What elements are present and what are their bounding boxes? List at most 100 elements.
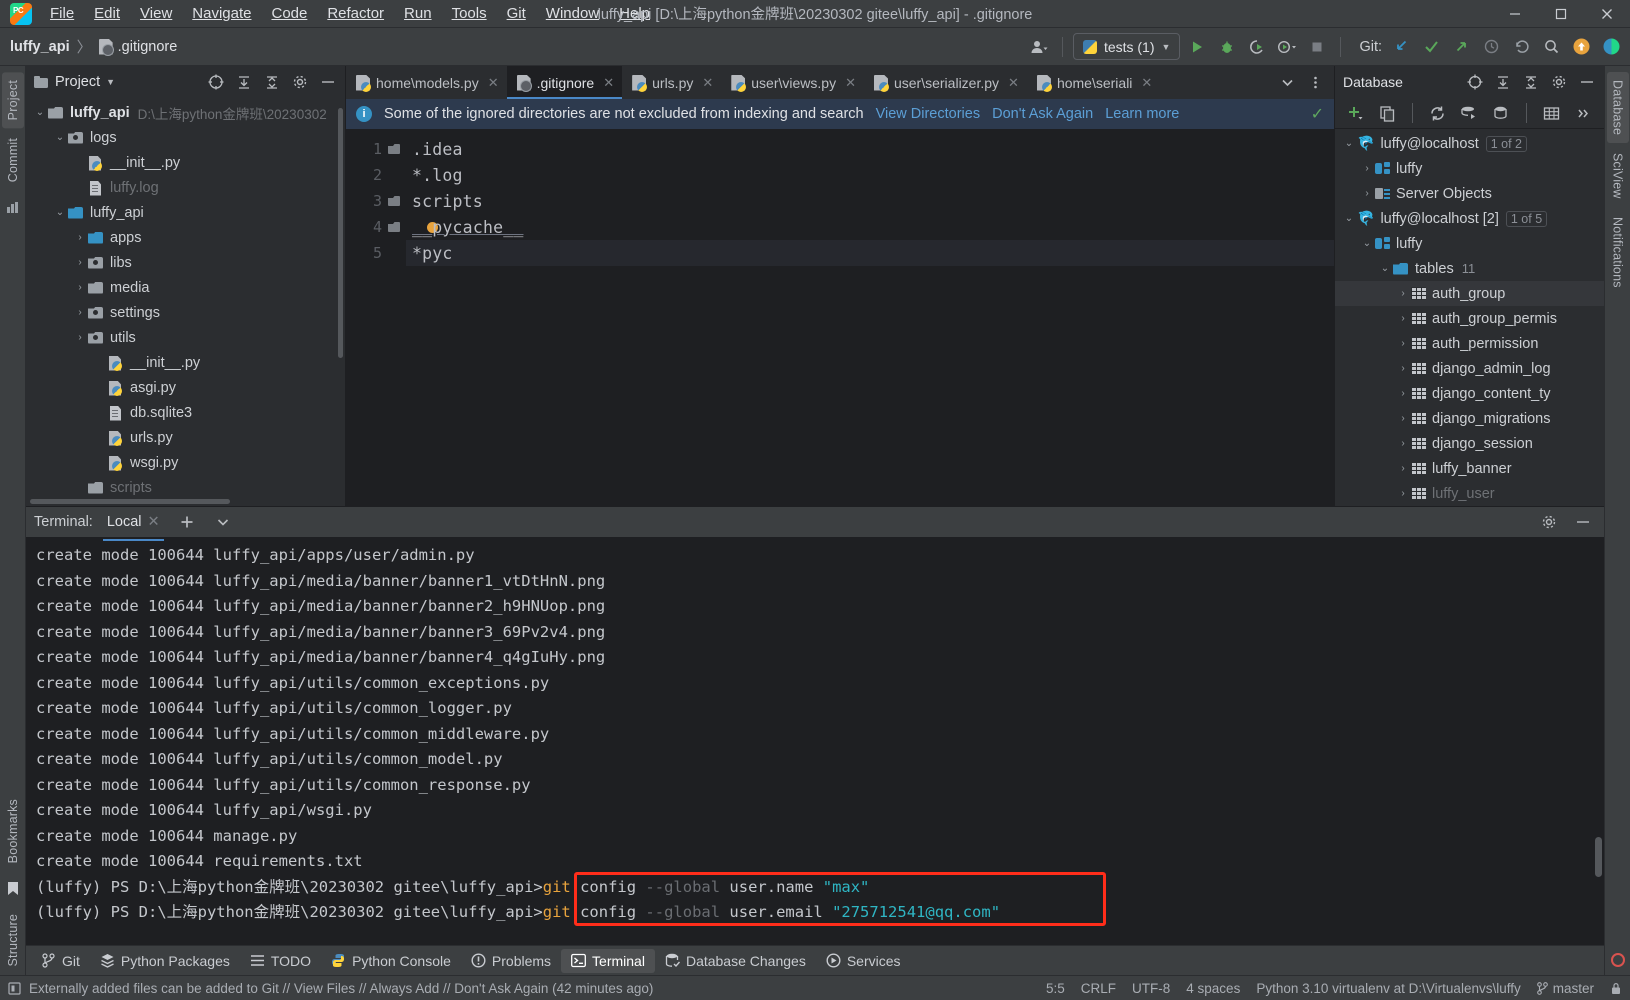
database-tree-item[interactable]: › Server Objects — [1335, 181, 1604, 206]
project-tree-item[interactable]: › settings — [26, 300, 345, 325]
fold-folder-icon[interactable] — [388, 196, 400, 206]
tree-expander-icon[interactable]: › — [1395, 288, 1411, 299]
menu-file[interactable]: File — [40, 2, 84, 25]
editor-tab[interactable]: user\views.py ✕ — [721, 66, 864, 99]
close-icon[interactable]: ✕ — [1008, 75, 1019, 91]
menu-view[interactable]: View — [130, 2, 182, 25]
fold-folder-icon[interactable] — [388, 222, 400, 232]
tree-expander-icon[interactable]: › — [1395, 363, 1411, 374]
db-collapse-all-icon[interactable] — [1518, 69, 1544, 95]
project-tree-item[interactable]: ⌄ luffy_api D:\上海python金牌班\20230302 — [26, 100, 345, 125]
indent-size[interactable]: 4 spaces — [1186, 981, 1240, 996]
view-directories-link[interactable]: View Directories — [876, 106, 981, 122]
lock-icon[interactable] — [1610, 982, 1622, 995]
menu-edit[interactable]: Edit — [84, 2, 130, 25]
db-settings-gear-icon[interactable] — [1546, 69, 1572, 95]
db-add-icon[interactable] — [1343, 100, 1369, 126]
code-lines[interactable]: .idea *.log scripts __ pycache__ *pyc — [406, 130, 1334, 506]
database-tree-item[interactable]: ⌄ 🐬 luffy@localhost [2] 1 of 5 — [1335, 206, 1604, 231]
close-button[interactable] — [1584, 0, 1630, 28]
line-number-gutter[interactable]: 1 2 3 4 5 — [346, 130, 406, 506]
project-settings-gear-icon[interactable] — [287, 69, 313, 95]
user-account-icon[interactable] — [1026, 34, 1052, 60]
main-menu[interactable]: File Edit View Navigate Code Refactor Ru… — [40, 2, 660, 25]
close-icon[interactable]: ✕ — [845, 75, 856, 91]
tree-expander-icon[interactable]: ⌄ — [52, 207, 68, 218]
project-vscrollbar[interactable] — [338, 108, 343, 358]
tree-expander-icon[interactable]: › — [1359, 163, 1375, 174]
project-chevron-down-icon[interactable]: ▼ — [106, 77, 115, 87]
editor-tab[interactable]: user\serializer.py ✕ — [864, 66, 1027, 99]
project-tree-item[interactable]: asgi.py — [26, 375, 345, 400]
menu-git[interactable]: Git — [497, 2, 536, 25]
learn-more-link[interactable]: Learn more — [1105, 106, 1179, 122]
code-line[interactable]: *pyc — [406, 240, 1334, 266]
project-tree-item[interactable]: scripts — [26, 475, 345, 497]
tree-expander-icon[interactable]: › — [1395, 313, 1411, 324]
tree-expander-icon[interactable]: › — [72, 332, 88, 343]
database-tree-item[interactable]: ⌄ 🐬 luffy@localhost 1 of 2 — [1335, 131, 1604, 156]
sidebar-item-sciview-left[interactable] — [2, 193, 23, 222]
db-schema-icon[interactable] — [1488, 100, 1514, 126]
terminal-output[interactable]: create mode 100644 luffy_api/apps/user/a… — [26, 537, 1604, 945]
breadcrumb[interactable]: luffy_api 〉 .gitignore — [10, 36, 177, 57]
tabs-chevron-down-icon[interactable] — [1274, 70, 1300, 96]
tree-expander-icon[interactable]: ⌄ — [32, 107, 48, 118]
sidebar-item-notifications[interactable]: Notifications — [1607, 209, 1629, 296]
tree-expander-icon[interactable]: › — [1395, 488, 1411, 499]
database-tree-item[interactable]: › auth_group_permis — [1335, 306, 1604, 331]
tree-expander-icon[interactable]: › — [1395, 388, 1411, 399]
menu-tools[interactable]: Tools — [442, 2, 497, 25]
database-tree-item[interactable]: ⌄ luffy — [1335, 231, 1604, 256]
tool-window-button-git[interactable]: Git — [32, 949, 90, 973]
git-branch[interactable]: master — [1536, 981, 1594, 996]
database-tree-item[interactable]: › luffy_user — [1335, 481, 1604, 506]
expand-all-icon[interactable] — [231, 69, 257, 95]
editor-tab[interactable]: .gitignore ✕ — [506, 66, 623, 99]
tree-expander-icon[interactable]: ⌄ — [1377, 263, 1393, 274]
database-tree-item[interactable]: › django_migrations — [1335, 406, 1604, 431]
project-tree-item[interactable]: __init__.py — [26, 350, 345, 375]
tool-window-button-todo[interactable]: TODO — [240, 949, 321, 973]
code-line[interactable]: __ pycache__ — [406, 214, 1334, 240]
tree-expander-icon[interactable]: › — [1395, 338, 1411, 349]
editor-tab[interactable]: home\seriali ✕ — [1027, 66, 1160, 99]
tabs-more-icon[interactable] — [1302, 70, 1328, 96]
close-icon[interactable]: ✕ — [603, 75, 614, 91]
db-copy-icon[interactable] — [1375, 100, 1401, 126]
menu-code[interactable]: Code — [261, 2, 317, 25]
tree-expander-icon[interactable]: › — [72, 307, 88, 318]
project-tree-item[interactable]: ⌄ luffy_api — [26, 200, 345, 225]
database-tree-item[interactable]: › django_admin_log — [1335, 356, 1604, 381]
close-icon[interactable]: ✕ — [1141, 75, 1152, 91]
tree-expander-icon[interactable]: › — [1395, 438, 1411, 449]
project-hscrollbar[interactable] — [26, 497, 345, 506]
editor-tab[interactable]: urls.py ✕ — [622, 66, 721, 99]
fold-folder-icon[interactable] — [388, 144, 400, 154]
ide-assistant-icon[interactable] — [1598, 34, 1624, 60]
window-controls[interactable] — [1492, 0, 1630, 28]
tool-window-bar[interactable]: Git Python Packages TODO Python Console Prob… — [26, 945, 1604, 975]
tree-expander-icon[interactable]: › — [72, 232, 88, 243]
db-hide-panel-icon[interactable] — [1574, 69, 1600, 95]
profile-button[interactable] — [1274, 34, 1300, 60]
terminal-scrollbar[interactable] — [1595, 837, 1602, 877]
git-history-icon[interactable] — [1478, 34, 1504, 60]
tool-window-button-database-changes[interactable]: Database Changes — [655, 949, 816, 973]
db-expand-all-icon[interactable] — [1490, 69, 1516, 95]
database-tree-item[interactable]: › django_content_ty — [1335, 381, 1604, 406]
menu-window[interactable]: Window — [536, 2, 609, 25]
python-interpreter[interactable]: Python 3.10 virtualenv at D:\Virtualenvs… — [1256, 981, 1520, 996]
breadcrumb-project[interactable]: luffy_api — [10, 39, 70, 55]
editor-tab[interactable]: home\models.py ✕ — [346, 66, 507, 99]
project-tree-item[interactable]: › utils — [26, 325, 345, 350]
project-tree-item[interactable]: › libs — [26, 250, 345, 275]
menu-navigate[interactable]: Navigate — [182, 2, 261, 25]
tree-expander-icon[interactable]: ⌄ — [1341, 213, 1357, 224]
close-icon[interactable]: ✕ — [702, 75, 713, 91]
db-query-console-icon[interactable] — [1457, 100, 1483, 126]
maximize-button[interactable] — [1538, 0, 1584, 28]
debug-button[interactable] — [1214, 34, 1240, 60]
tool-window-button-python-packages[interactable]: Python Packages — [90, 949, 240, 973]
close-icon[interactable]: ✕ — [488, 75, 499, 91]
